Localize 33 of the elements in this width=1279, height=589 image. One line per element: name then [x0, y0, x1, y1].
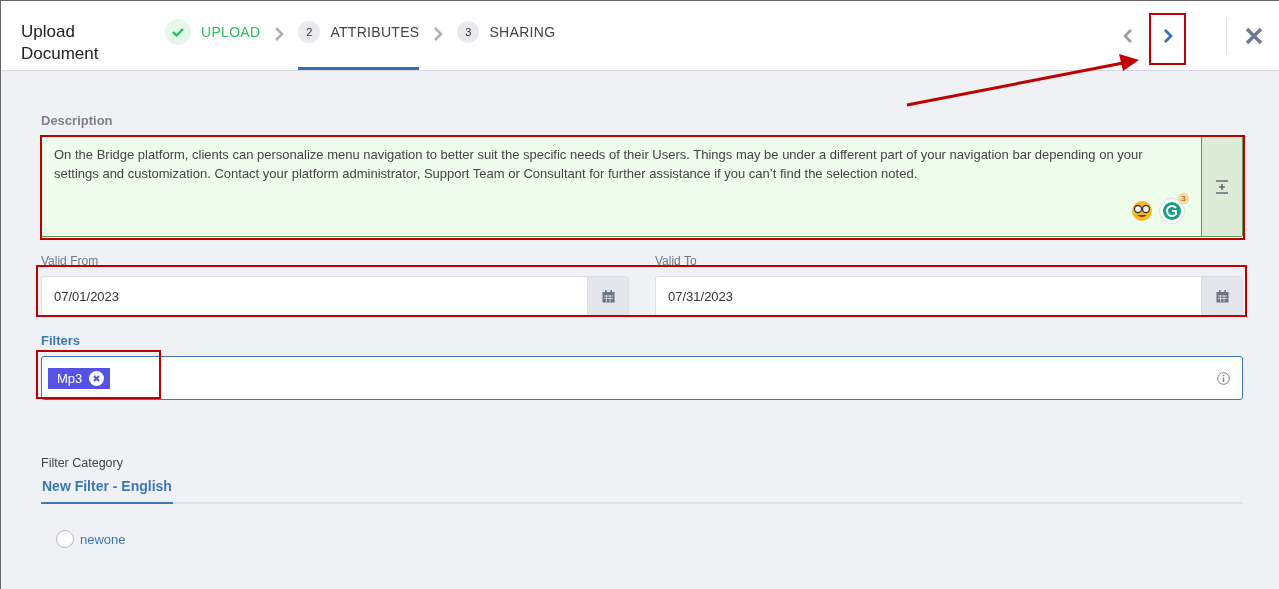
close-icon[interactable] [1245, 26, 1263, 45]
info-icon[interactable] [1217, 371, 1230, 385]
chevron-right-icon[interactable] [274, 26, 285, 41]
calendar-icon[interactable] [1215, 290, 1229, 303]
section-label: Filter Category [41, 456, 124, 470]
calendar-icon[interactable] [601, 290, 615, 303]
chevron-right-icon[interactable] [433, 26, 444, 41]
step-tab[interactable]: 3 SHARING [457, 1, 556, 70]
nerd-face-icon [1131, 200, 1153, 222]
category-tab[interactable]: New Filter - English [41, 478, 173, 504]
remove-icon[interactable] [89, 370, 105, 386]
step-number: 2 [298, 21, 321, 43]
option-label[interactable]: newone [80, 531, 126, 547]
field-label: Valid To [655, 254, 697, 268]
resize-toggle[interactable] [1201, 137, 1242, 236]
count-badge: 3 [1178, 193, 1189, 204]
date-field[interactable]: 07/01/2023 [41, 276, 629, 317]
description-text: On the Bridge platform, clients can personalize menu navigation to better suit the specific needs of their Users. Things may be under a different part of your navigation bar depending on your settings and customization. Contact your platform administrator, Support Team or Consultant for further assistance if you can’t find the selection noted. [54, 147, 1143, 181]
date-field[interactable]: 07/31/2023 [655, 276, 1243, 317]
filters-field[interactable]: Mp3 [41, 356, 1243, 400]
filter-tag: Mp3 [48, 367, 111, 389]
field-label: Description [41, 113, 114, 128]
grammar-check-icon[interactable] [1159, 198, 1185, 224]
next-icon[interactable] [1163, 28, 1173, 43]
check-icon [165, 19, 191, 45]
step-tab[interactable]: 2 ATTRIBUTES [298, 1, 420, 70]
step-number: 3 [457, 21, 480, 43]
field-label: Filters [41, 333, 81, 348]
annotation-box [1149, 13, 1186, 65]
field-label: Valid From [41, 254, 99, 268]
radio-button[interactable] [56, 530, 74, 548]
collapse-icon [1215, 179, 1229, 194]
dialog-title: Upload Document [20, 21, 100, 65]
